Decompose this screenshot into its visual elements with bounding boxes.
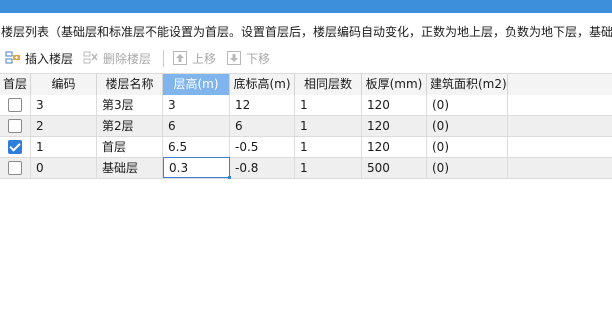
first-floor-checkbox-cell[interactable] (0, 137, 31, 157)
cell-slab-thickness[interactable]: 120 (362, 95, 427, 115)
cell-floor-height[interactable]: 3 (163, 95, 230, 115)
cell-bottom-elevation[interactable]: -0.5 (230, 137, 295, 157)
cell-building-area: (0) (427, 95, 508, 115)
cell-floor-height-selected[interactable]: 0.3 (163, 157, 230, 178)
cell-slab-thickness[interactable]: 120 (362, 116, 427, 136)
cell-bottom-elevation[interactable]: -0.8 (230, 158, 295, 178)
move-up-icon (172, 50, 188, 66)
floor-list-description: 楼层列表（基础层和标准层不能设置为首层。设置首层后，楼层编码自动变化，正数为地上… (1, 25, 612, 39)
header-floor-name[interactable]: 楼层名称 (97, 74, 163, 95)
first-floor-checkbox-checked[interactable] (8, 139, 22, 154)
cell-floor-name[interactable]: 首层 (97, 137, 163, 157)
delete-floor-label: 删除楼层 (103, 51, 152, 66)
table-row[interactable]: 0 基础层 0.3 -0.8 1 500 (0) (0, 157, 612, 179)
table-row[interactable]: 1 首层 6.5 -0.5 1 120 (0) (0, 137, 612, 158)
toolbar: 插入楼层 删除楼层 上移 下移 (0, 46, 612, 70)
cell-floor-height[interactable]: 6.5 (163, 137, 230, 157)
insert-floor-button[interactable]: 插入楼层 (5, 46, 73, 70)
delete-floor-icon (83, 50, 99, 66)
move-down-icon (226, 50, 242, 66)
cell-floor-height[interactable]: 6 (163, 116, 230, 136)
header-slab-thickness[interactable]: 板厚(mm) (362, 74, 427, 95)
insert-floor-icon (5, 50, 21, 66)
first-floor-checkbox-cell[interactable] (0, 95, 31, 115)
header-same-count[interactable]: 相同层数 (295, 74, 362, 95)
cell-floor-name[interactable]: 基础层 (97, 158, 163, 178)
first-floor-checkbox[interactable] (8, 160, 22, 175)
header-bottom-elevation[interactable]: 底标高(m) (230, 74, 295, 95)
cell-code[interactable]: 2 (31, 116, 97, 136)
window-title-bar (0, 0, 612, 13)
move-up-label: 上移 (192, 51, 217, 66)
move-down-button[interactable]: 下移 (226, 46, 270, 70)
header-code[interactable]: 编码 (31, 74, 97, 95)
table-header: 首层 编码 楼层名称 层高(m) 底标高(m) 相同层数 板厚(mm) 建筑面积… (0, 73, 612, 96)
first-floor-checkbox[interactable] (8, 97, 22, 112)
first-floor-checkbox[interactable] (8, 118, 22, 133)
cell-bottom-elevation[interactable]: 12 (230, 95, 295, 115)
move-down-label: 下移 (246, 51, 271, 66)
cell-same-count[interactable]: 1 (295, 137, 362, 157)
table-row[interactable]: 2 第2层 6 6 1 120 (0) (0, 116, 612, 137)
cell-slab-thickness[interactable]: 500 (362, 158, 427, 178)
cell-slab-thickness[interactable]: 120 (362, 137, 427, 157)
cell-building-area: (0) (427, 137, 508, 157)
cell-code[interactable]: 3 (31, 95, 97, 115)
header-first-floor[interactable]: 首层 (0, 74, 31, 95)
cell-floor-name[interactable]: 第3层 (97, 95, 163, 115)
selection-handle[interactable] (228, 176, 231, 179)
move-up-button[interactable]: 上移 (172, 46, 216, 70)
insert-floor-label: 插入楼层 (25, 51, 74, 66)
cell-floor-name[interactable]: 第2层 (97, 116, 163, 136)
cell-building-area: (0) (427, 116, 508, 136)
toolbar-separator (163, 50, 164, 67)
delete-floor-button[interactable]: 删除楼层 (83, 46, 151, 70)
header-floor-height[interactable]: 层高(m) (163, 74, 230, 95)
cell-same-count[interactable]: 1 (295, 95, 362, 115)
cell-building-area: (0) (427, 158, 508, 178)
cell-code[interactable]: 0 (31, 158, 97, 178)
table-row[interactable]: 3 第3层 3 12 1 120 (0) (0, 95, 612, 116)
header-building-area[interactable]: 建筑面积(m2) (427, 74, 508, 95)
cell-code[interactable]: 1 (31, 137, 97, 157)
cell-same-count[interactable]: 1 (295, 116, 362, 136)
first-floor-checkbox-cell[interactable] (0, 116, 31, 136)
cell-same-count[interactable]: 1 (295, 158, 362, 178)
first-floor-checkbox-cell[interactable] (0, 158, 31, 178)
cell-bottom-elevation[interactable]: 6 (230, 116, 295, 136)
